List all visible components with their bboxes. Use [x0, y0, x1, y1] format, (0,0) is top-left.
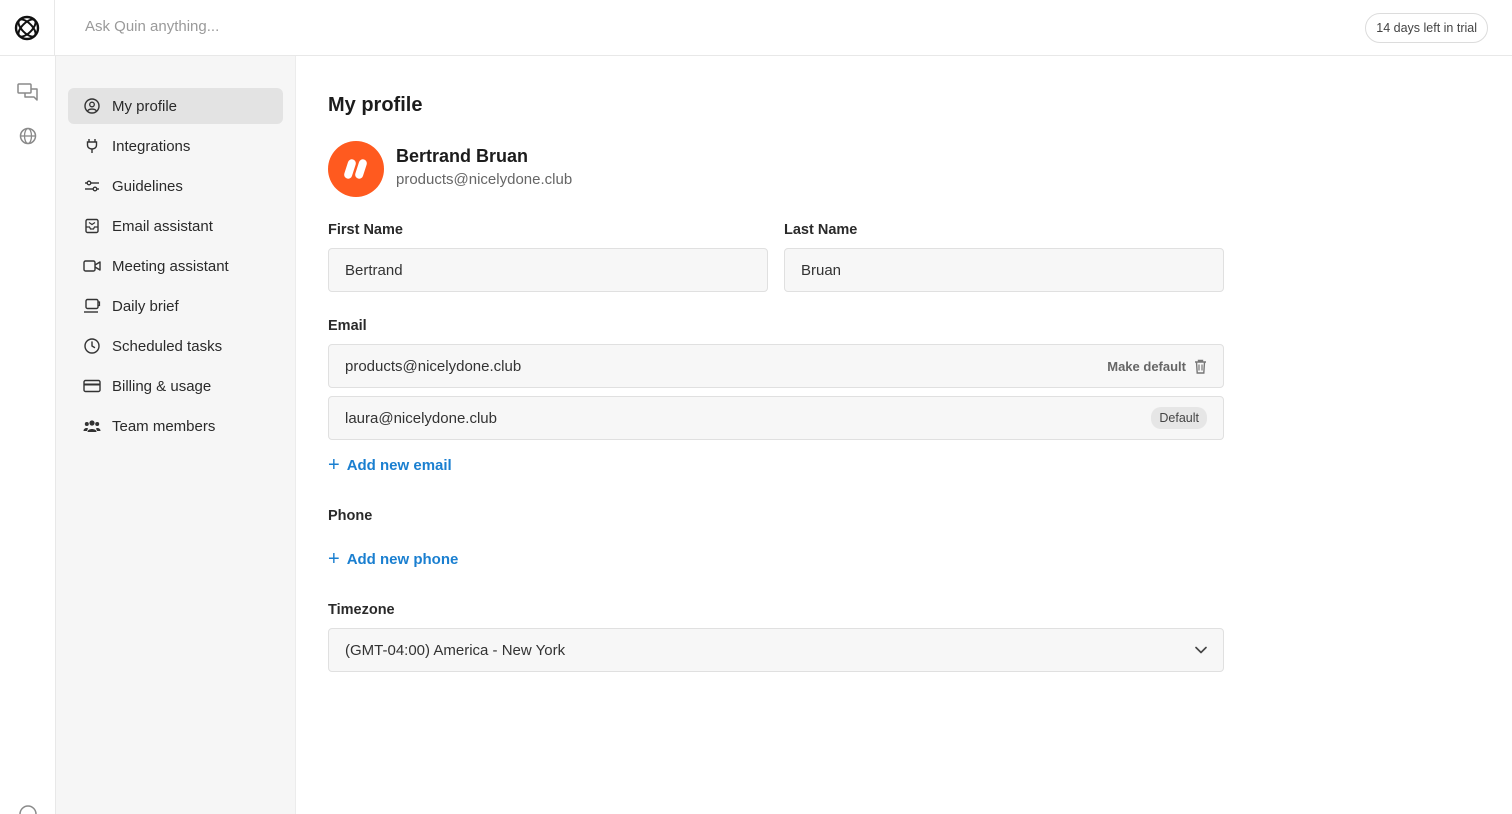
sidebar-item-integrations[interactable]: Integrations [68, 128, 283, 164]
add-email-button[interactable]: + Add new email [328, 455, 452, 475]
sidebar-item-email-assistant[interactable]: Email assistant [68, 208, 283, 244]
app-logo[interactable] [0, 0, 55, 55]
email-address: laura@nicelydone.club [345, 409, 497, 427]
sidebar-item-billing-usage[interactable]: Billing & usage [68, 368, 283, 404]
trial-badge[interactable]: 14 days left in trial [1365, 13, 1488, 43]
top-bar: Ask Quin anything... 14 days left in tri… [0, 0, 1512, 56]
last-name-field[interactable]: Bruan [784, 248, 1224, 292]
page-title: My profile [328, 94, 423, 116]
video-icon [83, 257, 101, 275]
first-name-field[interactable]: Bertrand [328, 248, 768, 292]
sidebar-item-guidelines[interactable]: Guidelines [68, 168, 283, 204]
plug-icon [83, 137, 101, 155]
trash-icon[interactable] [1194, 359, 1207, 374]
sidebar-item-my-profile[interactable]: My profile [68, 88, 283, 124]
settings-sidebar: My profile Integrations Guidelines Email… [56, 56, 296, 814]
rail-chat-button[interactable] [14, 78, 42, 106]
sidebar-item-meeting-assistant[interactable]: Meeting assistant [68, 248, 283, 284]
icon-rail [0, 56, 56, 814]
plus-icon: + [328, 548, 340, 570]
plus-icon: + [328, 454, 340, 476]
email-label: Email [328, 318, 367, 334]
globe-icon [19, 127, 37, 145]
sidebar-item-label: Meeting assistant [112, 257, 229, 275]
first-name-label: First Name [328, 222, 403, 238]
sidebar-item-label: My profile [112, 97, 178, 115]
timezone-dropdown [1195, 629, 1207, 671]
user-circle-icon [83, 97, 101, 115]
email-row[interactable]: laura@nicelydone.club Default [328, 396, 1224, 440]
make-default-button[interactable]: Make default [1107, 359, 1186, 374]
chevron-down-icon [1195, 646, 1207, 654]
profile-email: products@nicelydone.club [396, 171, 573, 188]
clock-icon [83, 337, 101, 355]
add-email-label: Add new email [346, 456, 452, 474]
email-address: products@nicelydone.club [345, 357, 522, 375]
rail-globe-button[interactable] [14, 122, 42, 150]
sidebar-item-label: Email assistant [112, 217, 213, 235]
timezone-select[interactable]: (GMT-04:00) America - New York [328, 628, 1224, 672]
ask-input[interactable]: Ask Quin anything... [85, 18, 219, 35]
quin-logo-icon [14, 15, 40, 40]
phone-label: Phone [328, 508, 373, 524]
avatar[interactable] [328, 141, 384, 197]
sidebar-item-label: Guidelines [112, 177, 183, 195]
sidebar-item-label: Scheduled tasks [112, 337, 223, 355]
inbox-icon [83, 217, 101, 235]
timezone-label: Timezone [328, 602, 395, 618]
coffee-icon [83, 297, 101, 315]
sidebar-item-scheduled-tasks[interactable]: Scheduled tasks [68, 328, 283, 364]
profile-name: Bertrand Bruan [396, 146, 529, 166]
email-row[interactable]: products@nicelydone.club Make default [328, 344, 1224, 388]
timezone-value: (GMT-04:00) America - New York [345, 641, 566, 659]
sidebar-item-label: Daily brief [112, 297, 179, 315]
sidebar-item-team-members[interactable]: Team members [68, 408, 283, 444]
chat-icon [17, 83, 38, 101]
add-phone-label: Add new phone [346, 550, 459, 568]
email-actions: Default [1151, 397, 1207, 439]
credit-card-icon [83, 377, 101, 395]
last-name-label: Last Name [784, 222, 858, 238]
sidebar-item-label: Team members [112, 417, 216, 435]
add-phone-button[interactable]: + Add new phone [328, 549, 458, 569]
sidebar-item-label: Billing & usage [112, 377, 212, 395]
sidebar-item-label: Integrations [112, 137, 191, 155]
team-icon [83, 417, 101, 435]
help-icon[interactable] [18, 804, 38, 814]
brand-logo-icon [344, 159, 367, 179]
email-actions: Make default [1107, 345, 1207, 387]
sliders-icon [83, 177, 101, 195]
sidebar-item-daily-brief[interactable]: Daily brief [68, 288, 283, 324]
default-badge: Default [1151, 407, 1207, 429]
